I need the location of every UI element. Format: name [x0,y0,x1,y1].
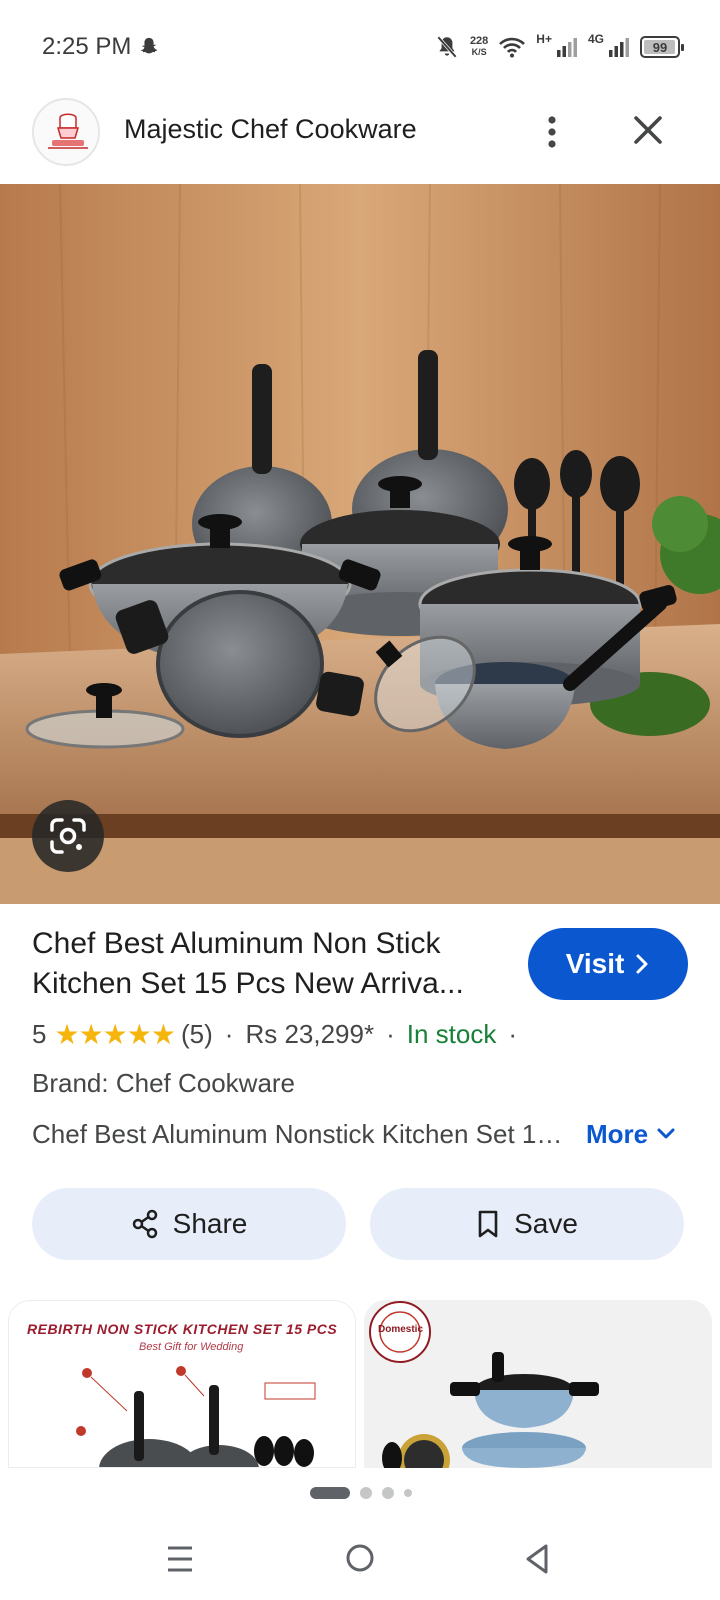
brand-text: Brand: Chef Cookware [32,1068,296,1098]
product-title-line2: Kitchen Set 15 Pcs New Arriva... [32,967,464,1000]
pager-dot[interactable] [382,1487,394,1499]
signal2-label: 4G [587,32,604,46]
home-circle-icon [346,1544,374,1572]
product-image[interactable] [0,184,720,904]
pager-dot[interactable] [360,1487,372,1499]
rating-price-row: 5 ★★★★★ (5) · Rs 23,299* · In stock · [32,1016,529,1052]
carousel-pager [310,1486,412,1500]
price: Rs 23,299* [245,1018,375,1049]
more-label: More [586,1118,649,1149]
system-nav-bar [0,1530,720,1600]
signal-icon [609,38,629,57]
visit-button[interactable]: Visit [528,928,688,1000]
site-header: Majestic Chef Cookware [0,92,720,172]
product-title[interactable]: Chef Best Aluminum Non Stick Kitchen Set… [32,924,512,1004]
chevron-right-icon [636,954,648,974]
chevron-down-icon [657,1128,675,1139]
save-button[interactable]: Save [370,1188,684,1260]
wifi-icon [499,37,526,58]
more-button[interactable]: More [586,1119,676,1150]
site-name: Majestic Chef Cookware [124,114,417,144]
share-button[interactable]: Share [32,1188,346,1260]
visit-label: Visit [565,948,625,979]
battery-icon: 99 [640,36,684,58]
signal1-label: H+ [536,32,552,46]
status-time: 2:25 PM [42,33,132,60]
separator-dot: · [508,1018,518,1049]
back-button[interactable] [522,1542,552,1581]
home-button[interactable] [344,1542,376,1579]
bookmark-icon [478,1210,498,1238]
net-speed-value: 228 [469,35,489,47]
close-button[interactable] [624,110,672,154]
related-results: REBIRTH NON STICK KITCHEN SET 15 PCS Bes… [8,1300,720,1468]
mute-bell-icon [437,36,457,58]
status-icons: 228 K/S H+ 4G 99 [434,30,684,64]
save-label: Save [514,1208,578,1239]
menu-icon [168,1546,192,1572]
separator-dot: · [224,1018,234,1049]
battery-level: 99 [652,39,668,55]
lens-search-button[interactable] [32,800,104,872]
back-triangle-icon [526,1544,548,1574]
chef-logo-icon [48,113,88,149]
pager-dot[interactable] [404,1489,412,1497]
stock-status: In stock [406,1018,497,1049]
related-card[interactable]: REBIRTH NON STICK KITCHEN SET 15 PCS Bes… [8,1300,356,1468]
related-cookware-thumbnail [76,1366,316,1467]
description-row: Chef Best Aluminum Nonstick Kitchen Set … [32,1116,692,1152]
related-brand-logo: Domestic [378,1324,424,1335]
close-icon [634,116,662,144]
product-title-line1: Chef Best Aluminum Non Stick [32,927,441,960]
cookware-set-photo [0,184,720,904]
related-card[interactable]: Domestic [364,1300,712,1468]
pager-dot-active[interactable] [310,1487,350,1499]
share-label: Share [172,1208,248,1239]
separator-dot: · [386,1018,395,1049]
rating-value: 5 [32,1018,47,1049]
star-rating-icon: ★★★★★ [54,1018,176,1050]
signal-icon [556,38,577,57]
status-bar: 2:25 PM 228 K/S H+ 4G 99 [0,0,720,90]
kebab-menu-icon [548,116,556,148]
more-options-button[interactable] [532,110,572,154]
share-icon [132,1209,157,1239]
site-logo[interactable] [32,98,100,166]
net-speed-unit: K/S [471,47,487,57]
recent-apps-button[interactable] [166,1544,194,1579]
review-count[interactable]: (5) [181,1019,213,1050]
net-speed: 228 K/S [470,36,488,58]
snapchat-icon [140,37,158,54]
description-text: Chef Best Aluminum Nonstick Kitchen Set … [32,1118,572,1149]
google-lens-icon [50,818,86,854]
